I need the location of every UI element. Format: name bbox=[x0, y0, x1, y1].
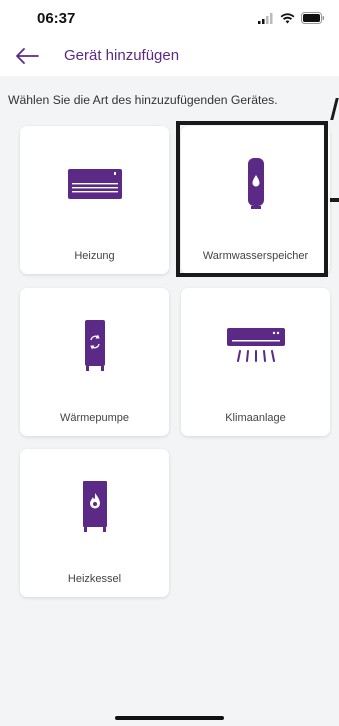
heater-icon bbox=[67, 169, 122, 199]
overlay-mark bbox=[330, 198, 339, 202]
arrow-left-icon bbox=[16, 48, 39, 64]
device-tile-heizung[interactable]: Heizung bbox=[20, 126, 169, 274]
water-tank-icon bbox=[247, 158, 264, 209]
boiler-icon bbox=[82, 481, 107, 532]
cellular-signal-icon bbox=[258, 12, 273, 24]
status-icons bbox=[258, 11, 325, 25]
tile-label: Klimaanlage bbox=[225, 412, 286, 424]
back-button[interactable] bbox=[14, 45, 40, 67]
device-tile-heizkessel[interactable]: Heizkessel bbox=[20, 449, 169, 597]
instruction-text: Wählen Sie die Art des hinzuzufügenden G… bbox=[8, 93, 278, 107]
device-tile-waermepumpe[interactable]: Wärmepumpe bbox=[20, 288, 169, 436]
wifi-icon bbox=[280, 12, 295, 23]
battery-icon bbox=[301, 12, 325, 24]
app-bar: Gerät hinzufügen bbox=[0, 36, 339, 76]
home-indicator[interactable] bbox=[115, 716, 224, 720]
tile-label: Wärmepumpe bbox=[59, 412, 130, 424]
status-bar: 06:37 bbox=[0, 0, 339, 36]
tile-label: Warmwasserspeicher bbox=[202, 250, 309, 262]
heat-pump-icon bbox=[84, 320, 105, 371]
air-conditioner-icon bbox=[226, 328, 285, 362]
tile-label: Heizung bbox=[74, 250, 115, 262]
status-time: 06:37 bbox=[37, 10, 76, 27]
tile-label: Heizkessel bbox=[67, 573, 122, 585]
device-tile-klimaanlage[interactable]: Klimaanlage bbox=[181, 288, 330, 436]
page-title: Gerät hinzufügen bbox=[64, 47, 180, 64]
device-tile-warmwasserspeicher[interactable]: Warmwasserspeicher bbox=[181, 126, 330, 274]
